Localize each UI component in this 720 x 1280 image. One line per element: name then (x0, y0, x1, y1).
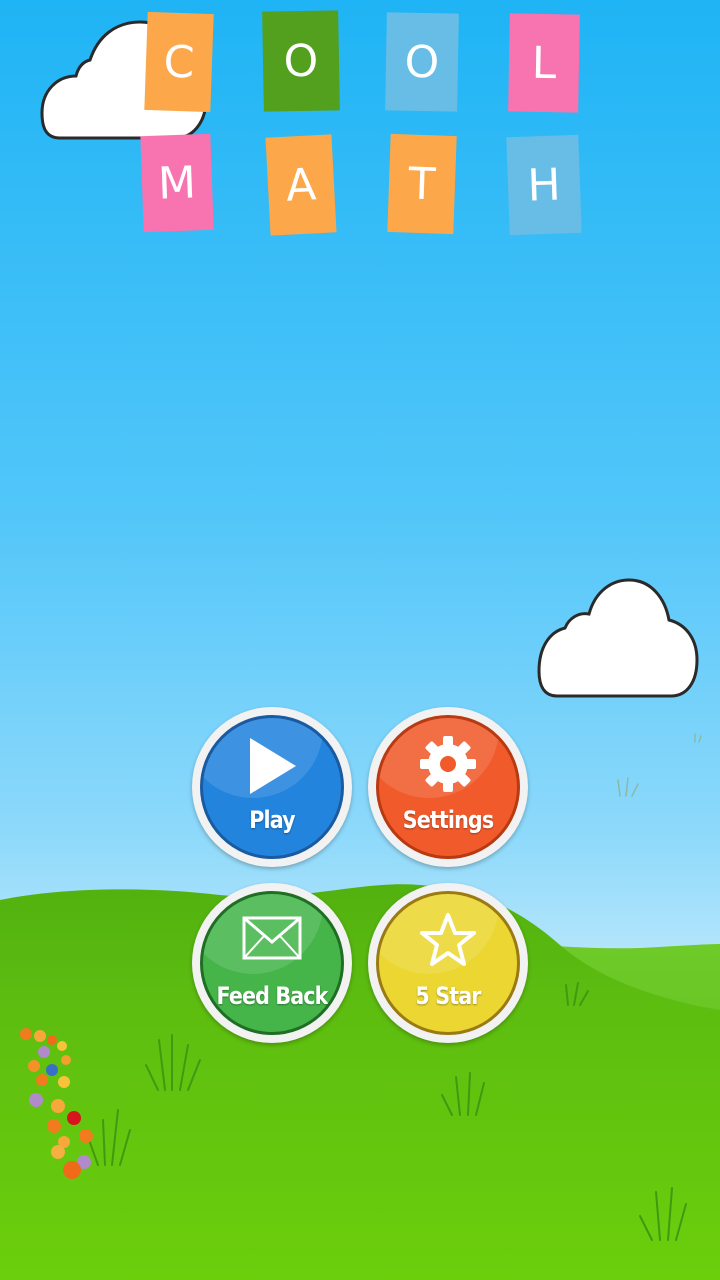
title-letter-tile: H (506, 134, 582, 236)
star-icon (420, 913, 476, 966)
rate-button-face: 5 Star (376, 891, 520, 1035)
game-screen: C O O L M A T H Play Settings Feed Back … (0, 0, 720, 1280)
title-letter-tile: L (508, 13, 580, 113)
cloud-right (537, 578, 699, 698)
feedback-button-face: Feed Back (200, 891, 344, 1035)
envelope-icon (242, 916, 302, 960)
title-letter-tile: T (387, 133, 457, 235)
settings-button-face: Settings (376, 715, 520, 859)
feedback-button[interactable]: Feed Back (192, 883, 352, 1043)
feedback-label: Feed Back (216, 982, 328, 1010)
play-button[interactable]: Play (192, 707, 352, 867)
title-letter-tile: O (385, 12, 459, 112)
rate-label: 5 Star (415, 982, 481, 1010)
title-letter-tile: C (144, 11, 214, 113)
play-button-face: Play (200, 715, 344, 859)
play-icon (250, 738, 296, 794)
settings-label: Settings (402, 806, 494, 834)
rate-button[interactable]: 5 Star (368, 883, 528, 1043)
gear-icon (420, 736, 476, 792)
settings-button[interactable]: Settings (368, 707, 528, 867)
title-letter-tile: O (262, 10, 340, 112)
title-letter-tile: A (265, 134, 337, 236)
play-label: Play (249, 806, 295, 834)
title-letter-tile: M (140, 133, 214, 233)
